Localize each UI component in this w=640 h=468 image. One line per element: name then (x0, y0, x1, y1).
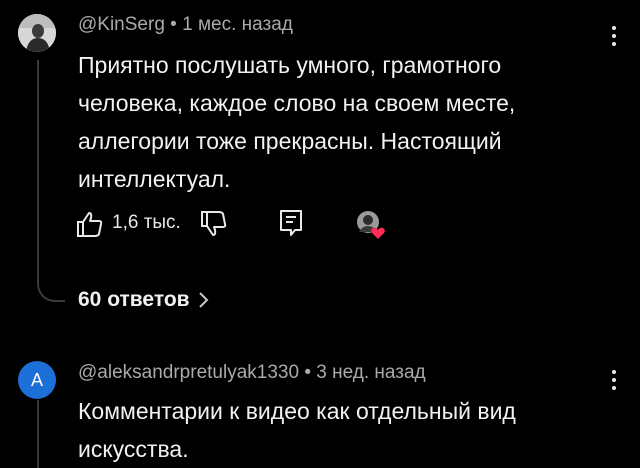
thumbs-down-icon (201, 211, 227, 236)
author-name[interactable]: @aleksandrpretulyak1330 (78, 362, 299, 383)
reply-button[interactable] (276, 208, 306, 238)
replies-count: 60 ответов (78, 288, 190, 311)
comment-meta: @KinSerg • 1 мес. назад (78, 14, 293, 36)
user-photo-icon (18, 14, 56, 52)
avatar-letter: A (30, 369, 43, 390)
meta-separator: • (170, 14, 177, 35)
thumbs-up-icon (77, 212, 103, 237)
avatar[interactable]: A (18, 361, 56, 399)
comment-text: Приятно послушать умного, грамотного чел… (78, 52, 516, 192)
comment-time: 1 мес. назад (182, 14, 293, 35)
avatar[interactable] (18, 14, 56, 52)
dislike-button[interactable] (198, 210, 232, 238)
author-name[interactable]: @KinSerg (78, 14, 165, 35)
comment-time: 3 нед. назад (316, 362, 426, 383)
comments-thread: @KinSerg • 1 мес. назад Приятно послушат… (0, 0, 640, 468)
like-button[interactable] (74, 210, 108, 238)
more-options-icon[interactable] (602, 20, 626, 52)
view-replies-button[interactable]: 60 ответов (78, 288, 210, 312)
meta-separator: • (304, 362, 311, 383)
comment-icon (280, 210, 302, 236)
thread-connector-curve (37, 262, 65, 302)
creator-heart-badge (354, 208, 388, 242)
comment-text: Комментарии к видео как отдельный вид ис… (78, 398, 516, 462)
more-options-icon[interactable] (602, 364, 626, 396)
comment-meta: @aleksandrpretulyak1330 • 3 нед. назад (78, 362, 426, 384)
thread-connector (37, 60, 39, 280)
like-count: 1,6 тыс. (112, 212, 181, 233)
creator-avatar-heart-icon (357, 211, 385, 239)
thread-connector-2 (37, 400, 39, 468)
chevron-right-icon (198, 292, 208, 308)
